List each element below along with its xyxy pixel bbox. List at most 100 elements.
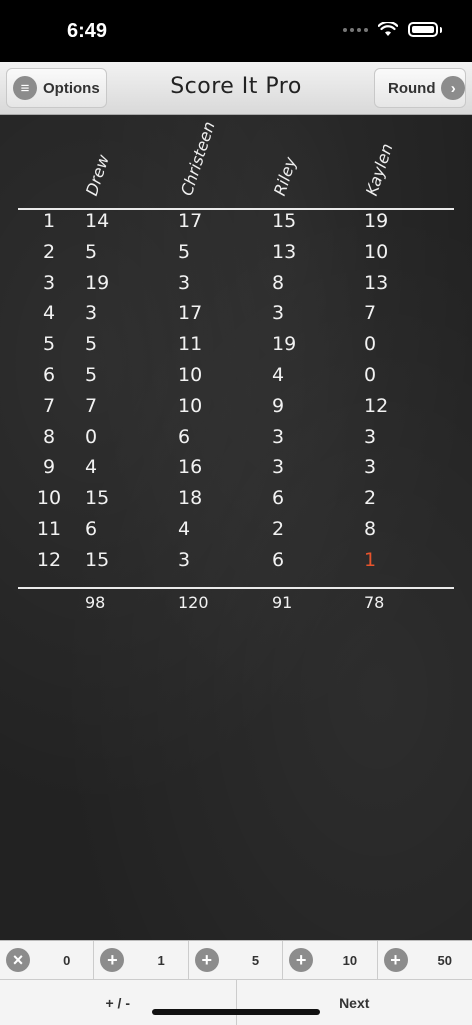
menu-icon: ≡: [13, 76, 37, 100]
increment-value: 10: [323, 953, 376, 968]
score-cell[interactable]: 8: [272, 272, 284, 294]
score-cell[interactable]: 3: [272, 426, 284, 448]
options-label: Options: [43, 80, 100, 97]
score-cell[interactable]: 3: [178, 549, 190, 571]
score-cell[interactable]: 13: [272, 241, 296, 263]
increment-value: 1: [134, 953, 187, 968]
score-cell[interactable]: 18: [178, 487, 202, 509]
score-cell[interactable]: 14: [85, 210, 109, 232]
score-cell[interactable]: 6: [272, 549, 284, 571]
round-number: 3: [34, 272, 64, 294]
round-number: 11: [34, 518, 64, 540]
round-number: 7: [34, 395, 64, 417]
sign-toggle-button[interactable]: + / -: [0, 980, 237, 1025]
score-cell[interactable]: 6: [178, 426, 190, 448]
player-name[interactable]: Drew: [82, 152, 113, 198]
increment-button-50[interactable]: +50: [378, 941, 472, 979]
increment-value: 50: [418, 953, 472, 968]
score-cell[interactable]: 16: [178, 456, 202, 478]
round-number: 8: [34, 426, 64, 448]
score-cell[interactable]: 13: [364, 272, 388, 294]
increment-value: 0: [40, 953, 93, 968]
scoreboard: DrewChristeenRileyKaylen1141715192551310…: [0, 115, 472, 940]
score-cell[interactable]: 5: [85, 241, 97, 263]
plus-icon: +: [195, 948, 219, 972]
round-number: 4: [34, 302, 64, 324]
score-cell[interactable]: 6: [85, 518, 97, 540]
battery-nub: [440, 27, 442, 33]
increment-button-10[interactable]: +10: [283, 941, 377, 979]
score-cell[interactable]: 2: [272, 518, 284, 540]
score-cell[interactable]: 3: [364, 426, 376, 448]
clear-icon: ×: [6, 948, 30, 972]
score-cell[interactable]: 3: [85, 302, 97, 324]
player-name[interactable]: Kaylen: [362, 141, 397, 198]
score-cell[interactable]: 0: [364, 364, 376, 386]
player-name[interactable]: Riley: [270, 155, 300, 198]
round-button[interactable]: Round ›: [374, 68, 466, 108]
score-cell[interactable]: 0: [85, 426, 97, 448]
increment-button-5[interactable]: +5: [189, 941, 283, 979]
nav-bar: ≡ Options Score It Pro Round ›: [0, 62, 472, 115]
round-number: 6: [34, 364, 64, 386]
round-number: 1: [34, 210, 64, 232]
player-total: 98: [85, 593, 105, 612]
score-cell[interactable]: 5: [85, 364, 97, 386]
score-cell[interactable]: 1: [364, 549, 376, 571]
player-total: 91: [272, 593, 292, 612]
score-cell[interactable]: 19: [85, 272, 109, 294]
score-cell[interactable]: 15: [85, 549, 109, 571]
round-number: 12: [34, 549, 64, 571]
totals-divider: [18, 587, 454, 589]
home-indicator: [152, 1009, 320, 1015]
score-cell[interactable]: 4: [272, 364, 284, 386]
status-bar: 6:49: [0, 0, 472, 62]
score-cell[interactable]: 3: [272, 302, 284, 324]
score-cell[interactable]: 17: [178, 302, 202, 324]
score-cell[interactable]: 10: [178, 364, 202, 386]
increment-button-0[interactable]: ×0: [0, 941, 94, 979]
score-cell[interactable]: 2: [364, 487, 376, 509]
score-cell[interactable]: 19: [272, 333, 296, 355]
score-cell[interactable]: 5: [85, 333, 97, 355]
score-cell[interactable]: 4: [178, 518, 190, 540]
score-cell[interactable]: 3: [178, 272, 190, 294]
score-cell[interactable]: 7: [364, 302, 376, 324]
action-row: + / - Next: [0, 979, 472, 1025]
plus-icon: +: [100, 948, 124, 972]
score-cell[interactable]: 19: [364, 210, 388, 232]
next-button[interactable]: Next: [237, 980, 472, 1025]
score-cell[interactable]: 3: [364, 456, 376, 478]
score-cell[interactable]: 4: [85, 456, 97, 478]
plus-icon: +: [384, 948, 408, 972]
player-name[interactable]: Christeen: [177, 119, 219, 198]
wifi-icon: [378, 22, 398, 37]
score-cell[interactable]: 6: [272, 487, 284, 509]
score-cell[interactable]: 15: [85, 487, 109, 509]
increment-row: ×0+1+5+10+50: [0, 941, 472, 979]
score-cell[interactable]: 5: [178, 241, 190, 263]
score-cell[interactable]: 9: [272, 395, 284, 417]
score-cell[interactable]: 17: [178, 210, 202, 232]
round-number: 9: [34, 456, 64, 478]
round-number: 5: [34, 333, 64, 355]
score-cell[interactable]: 3: [272, 456, 284, 478]
player-total: 78: [364, 593, 384, 612]
score-cell[interactable]: 10: [364, 241, 388, 263]
app-title: Score It Pro: [110, 74, 362, 99]
status-icons: [343, 22, 442, 37]
status-time: 6:49: [67, 20, 107, 43]
score-cell[interactable]: 12: [364, 395, 388, 417]
score-cell[interactable]: 10: [178, 395, 202, 417]
increment-button-1[interactable]: +1: [94, 941, 188, 979]
score-cell[interactable]: 15: [272, 210, 296, 232]
round-label: Round: [388, 80, 435, 97]
chevron-right-icon: ›: [441, 76, 465, 100]
score-cell[interactable]: 0: [364, 333, 376, 355]
score-cell[interactable]: 11: [178, 333, 202, 355]
options-button[interactable]: ≡ Options: [6, 68, 107, 108]
round-number: 2: [34, 241, 64, 263]
score-cell[interactable]: 8: [364, 518, 376, 540]
cellular-icon: [343, 28, 368, 32]
score-cell[interactable]: 7: [85, 395, 97, 417]
